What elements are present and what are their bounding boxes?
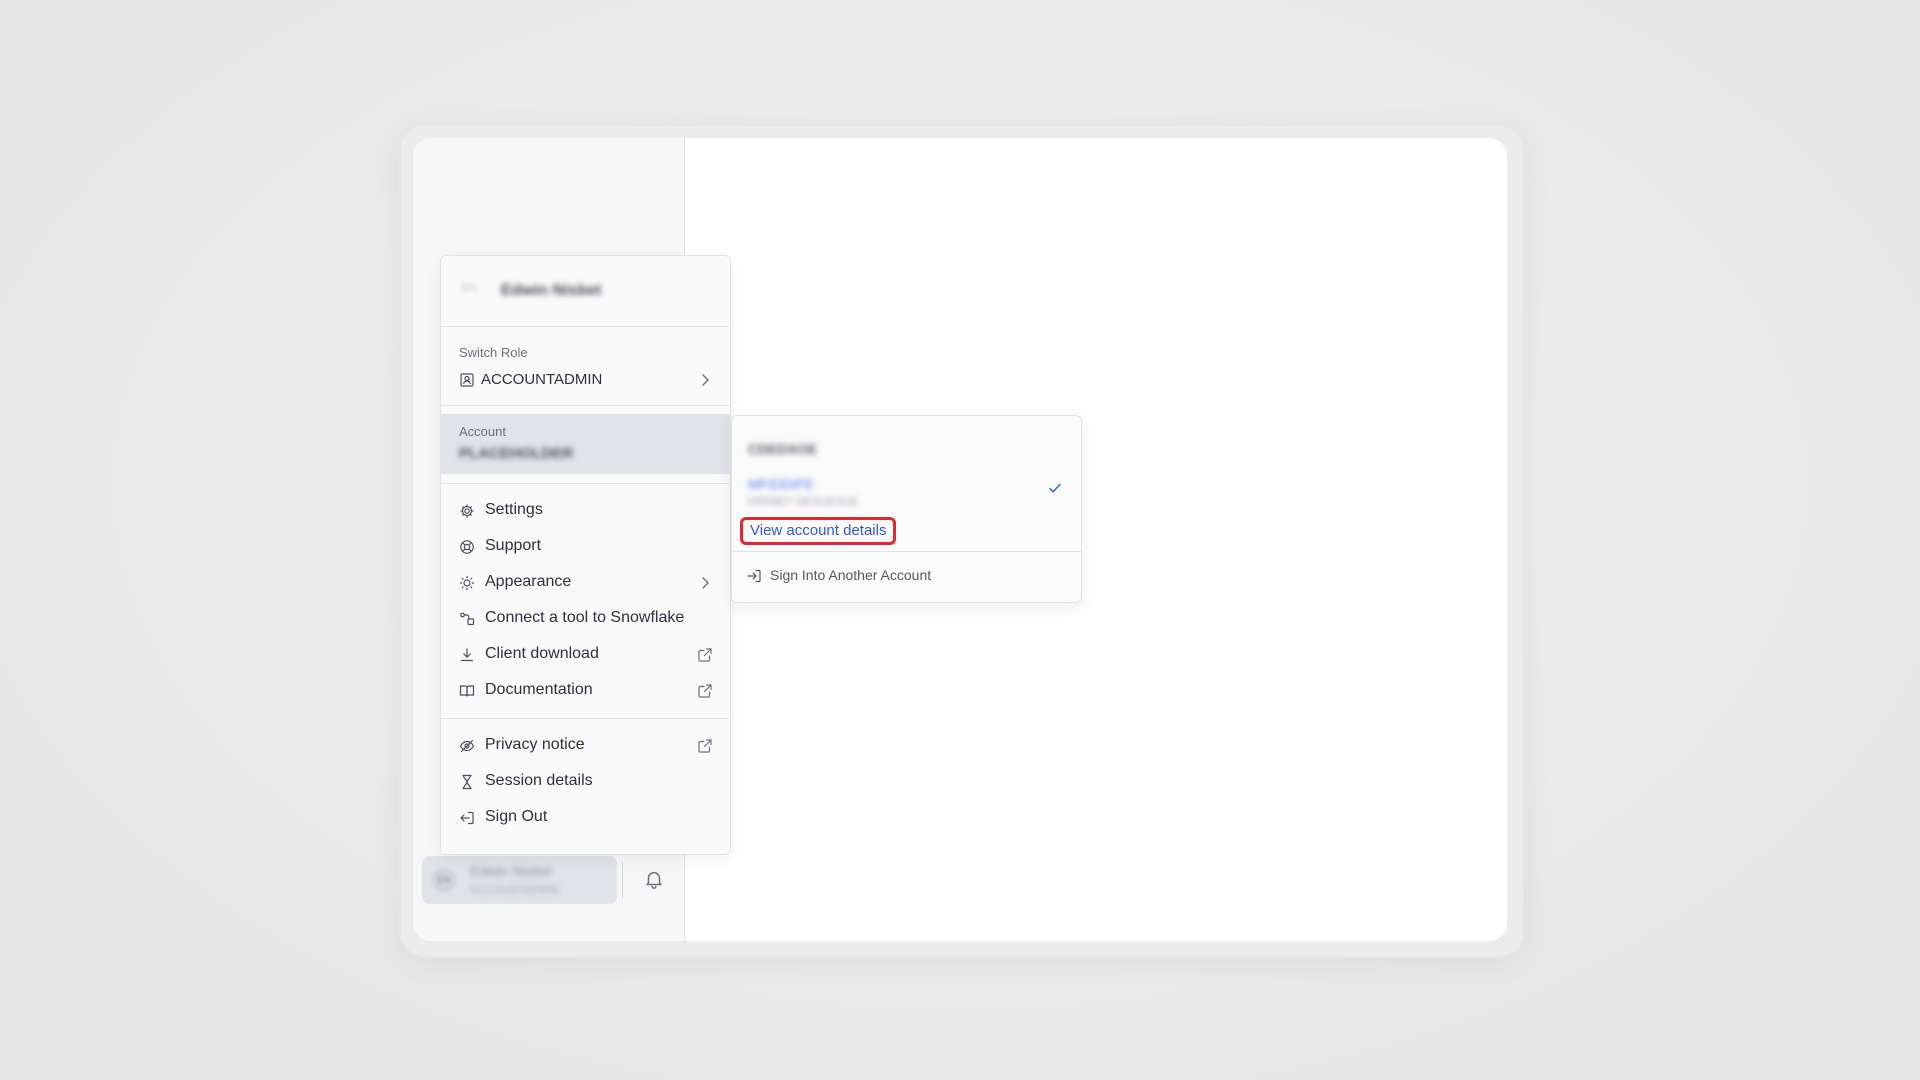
account-button[interactable]: Account PLACEHOLDER — [441, 414, 730, 474]
view-account-details-link[interactable]: View account details — [740, 517, 897, 545]
user-menu-header: EN Edwin Nisbet — [441, 256, 730, 327]
organization-name: CDEDXOE — [748, 441, 818, 457]
menu-item-label: Privacy notice — [485, 736, 585, 753]
switch-role-label: Switch Role — [459, 345, 528, 360]
menu-item-label: Session details — [485, 772, 593, 789]
sign-in-icon — [747, 569, 761, 583]
menu-item-client-download[interactable]: Client download — [459, 642, 713, 668]
chevron-right-icon — [702, 374, 709, 386]
connect-icon — [460, 612, 475, 626]
divider — [441, 718, 730, 719]
book-icon — [459, 685, 475, 697]
user-name: Edwin Nisbet — [470, 863, 552, 879]
account-region: ERRBET DEOUEHUE — [748, 496, 858, 508]
user-badge-icon — [460, 373, 474, 387]
account-label: Account — [459, 424, 506, 439]
menu-item-label: Settings — [485, 501, 543, 518]
check-icon — [1049, 483, 1061, 493]
menu-item-label: Documentation — [485, 681, 593, 698]
menu-item-settings[interactable]: Settings — [459, 498, 713, 524]
menu-item-session-details[interactable]: Session details — [459, 769, 713, 795]
gear-icon — [460, 504, 474, 518]
menu-item-label: Client download — [485, 645, 599, 662]
switch-role-section: Switch Role ACCOUNTADMIN — [441, 327, 730, 406]
menu-item-privacy-notice[interactable]: Privacy notice — [459, 733, 713, 759]
chevron-right-icon — [702, 577, 709, 589]
background: EN Edwin Nisbet ACCOUNTADMIN EN Edwin Ni… — [0, 0, 1920, 1080]
menu-item-connect-tool[interactable]: Connect a tool to Snowflake — [459, 606, 713, 632]
account-value: PLACEHOLDER — [459, 445, 574, 462]
divider — [441, 483, 730, 484]
user-role: ACCOUNTADMIN — [470, 884, 560, 896]
avatar: EN — [432, 868, 456, 892]
menu-item-label: Support — [485, 537, 542, 554]
switch-role-button[interactable]: ACCOUNTADMIN — [459, 369, 713, 391]
menu-item-label: Sign Out — [485, 808, 548, 825]
menu-item-documentation[interactable]: Documentation — [459, 678, 713, 704]
hourglass-icon — [462, 774, 472, 790]
divider — [732, 551, 1081, 552]
menu-item-label: Appearance — [485, 573, 572, 590]
sign-out-icon — [460, 811, 474, 825]
download-icon — [460, 648, 474, 662]
account-option[interactable]: MFIDDIFE — [748, 476, 814, 492]
bell-icon[interactable] — [643, 868, 665, 890]
external-link-icon — [698, 648, 712, 662]
current-role: ACCOUNTADMIN — [481, 371, 603, 388]
user-menu: EN Edwin Nisbet Switch Role ACCOUNTADMIN… — [440, 255, 731, 855]
user-name: Edwin Nisbet — [501, 282, 602, 299]
menu-item-label: Connect a tool to Snowflake — [485, 609, 685, 626]
sign-into-another-account-label: Sign Into Another Account — [770, 567, 932, 583]
external-link-icon — [698, 739, 712, 753]
account-submenu: CDEDXOE MFIDDIFE ERRBET DEOUEHUE View ac… — [731, 415, 1082, 603]
external-link-icon — [698, 684, 712, 698]
menu-item-support[interactable]: Support — [459, 534, 713, 560]
lifebuoy-icon — [460, 540, 474, 554]
divider — [622, 862, 623, 898]
avatar: EN — [461, 282, 477, 294]
sun-icon — [460, 576, 474, 590]
menu-item-sign-out[interactable]: Sign Out — [459, 805, 713, 831]
eye-off-icon — [459, 739, 475, 753]
user-chip-button[interactable]: EN Edwin Nisbet ACCOUNTADMIN — [422, 856, 617, 904]
menu-item-appearance[interactable]: Appearance — [459, 570, 713, 596]
